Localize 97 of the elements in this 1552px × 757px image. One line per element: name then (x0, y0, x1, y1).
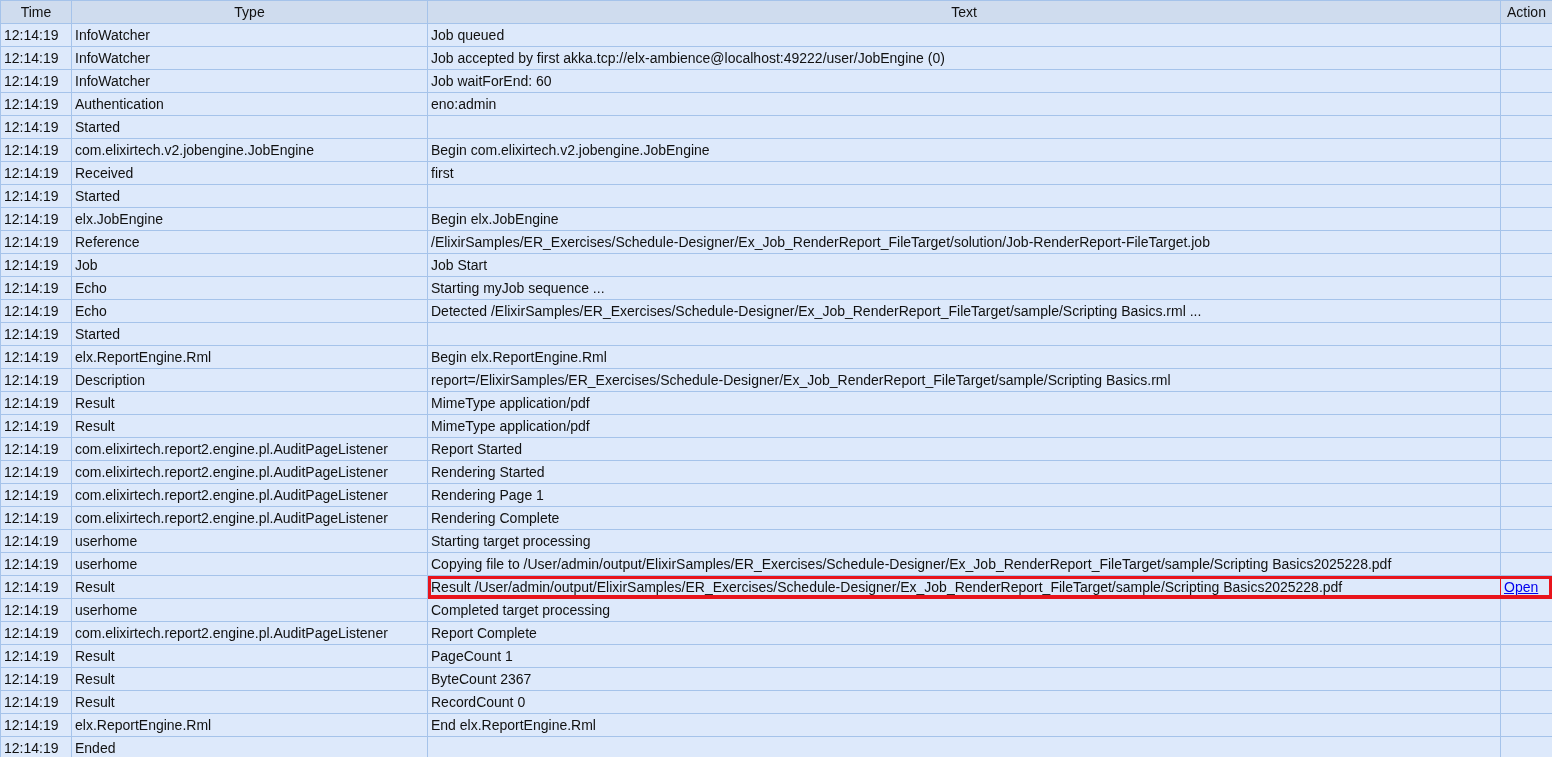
time-cell: 12:14:19 (0, 276, 72, 300)
text-cell: ByteCount 2367 (427, 667, 1501, 691)
time-cell: 12:14:19 (0, 713, 72, 737)
text-cell: MimeType application/pdf (427, 414, 1501, 438)
type-cell: Result (71, 690, 428, 714)
time-cell: 12:14:19 (0, 621, 72, 645)
time-cell: 12:14:19 (0, 322, 72, 346)
type-cell: elx.ReportEngine.Rml (71, 713, 428, 737)
text-cell: Detected /ElixirSamples/ER_Exercises/Schedule-Designer/Ex_Job_RenderReport_FileTarget/sample/Scripting Basics.rml ... (427, 299, 1501, 323)
text-cell: End elx.ReportEngine.Rml (427, 713, 1501, 737)
type-cell: userhome (71, 529, 428, 553)
open-link[interactable]: Open (1504, 579, 1539, 595)
type-cell: Started (71, 184, 428, 208)
time-cell: 12:14:19 (0, 230, 72, 254)
text-cell: Report Started (427, 437, 1501, 461)
time-cell: 12:14:19 (0, 46, 72, 70)
type-cell: com.elixirtech.report2.engine.pl.AuditPageListener (71, 437, 428, 461)
text-cell: Job accepted by first akka.tcp://elx-ambience@localhost:49222/user/JobEngine (0) (427, 46, 1501, 70)
type-cell: Echo (71, 276, 428, 300)
column-header: Type (71, 0, 428, 24)
time-cell: 12:14:19 (0, 575, 72, 599)
text-cell: RecordCount 0 (427, 690, 1501, 714)
type-cell: com.elixirtech.report2.engine.pl.AuditPageListener (71, 506, 428, 530)
text-cell: Report Complete (427, 621, 1501, 645)
time-cell: 12:14:19 (0, 644, 72, 668)
text-cell: report=/ElixirSamples/ER_Exercises/Schedule-Designer/Ex_Job_RenderReport_FileTarget/sample/Scripting Basics.rml (427, 368, 1501, 392)
time-cell: 12:14:19 (0, 92, 72, 116)
text-cell: /ElixirSamples/ER_Exercises/Schedule-Designer/Ex_Job_RenderReport_FileTarget/solution/Job-RenderReport-FileTarget.job (427, 230, 1501, 254)
type-cell: Result (71, 575, 428, 599)
text-cell: first (427, 161, 1501, 185)
type-cell: Job (71, 253, 428, 277)
time-cell: 12:14:19 (0, 138, 72, 162)
type-cell: elx.ReportEngine.Rml (71, 345, 428, 369)
type-cell: Started (71, 115, 428, 139)
type-cell: Description (71, 368, 428, 392)
time-cell: 12:14:19 (0, 299, 72, 323)
type-cell: Result (71, 414, 428, 438)
type-cell: Reference (71, 230, 428, 254)
type-cell: elx.JobEngine (71, 207, 428, 231)
type-cell: Result (71, 391, 428, 415)
time-cell: 12:14:19 (0, 483, 72, 507)
time-cell: 12:14:19 (0, 736, 72, 757)
text-cell: Begin elx.JobEngine (427, 207, 1501, 231)
text-cell: Job queued (427, 23, 1501, 47)
type-cell: userhome (71, 552, 428, 576)
time-cell: 12:14:19 (0, 690, 72, 714)
type-cell: com.elixirtech.v2.jobengine.JobEngine (71, 138, 428, 162)
time-cell: 12:14:19 (0, 253, 72, 277)
time-cell: 12:14:19 (0, 368, 72, 392)
type-cell: Ended (71, 736, 428, 757)
time-cell: 12:14:19 (0, 391, 72, 415)
text-cell: Rendering Complete (427, 506, 1501, 530)
column-header: Time (0, 0, 72, 24)
text-cell: MimeType application/pdf (427, 391, 1501, 415)
type-cell: Result (71, 644, 428, 668)
highlighted-text-cell: Result /User/admin/output/ElixirSamples/ER_Exercises/Schedule-Designer/Ex_Job_RenderReport_FileTarget/sample/Scripting Basics2025228.pdf (427, 575, 1501, 599)
column-header: Text (427, 0, 1501, 24)
text-cell: Begin elx.ReportEngine.Rml (427, 345, 1501, 369)
type-cell: Result (71, 667, 428, 691)
type-cell: InfoWatcher (71, 69, 428, 93)
text-cell: Job Start (427, 253, 1501, 277)
time-cell: 12:14:19 (0, 667, 72, 691)
text-cell: Rendering Page 1 (427, 483, 1501, 507)
type-cell: InfoWatcher (71, 23, 428, 47)
text-cell: Starting myJob sequence ... (427, 276, 1501, 300)
type-cell: Started (71, 322, 428, 346)
type-cell: Echo (71, 299, 428, 323)
column-header: Action (1500, 0, 1552, 24)
text-cell: PageCount 1 (427, 644, 1501, 668)
text-cell: Starting target processing (427, 529, 1501, 553)
time-cell: 12:14:19 (0, 598, 72, 622)
time-cell: 12:14:19 (0, 552, 72, 576)
time-cell: 12:14:19 (0, 460, 72, 484)
type-cell: com.elixirtech.report2.engine.pl.AuditPageListener (71, 460, 428, 484)
time-cell: 12:14:19 (0, 69, 72, 93)
time-cell: 12:14:19 (0, 161, 72, 185)
time-cell: 12:14:19 (0, 529, 72, 553)
type-cell: Received (71, 161, 428, 185)
text-cell: eno:admin (427, 92, 1501, 116)
type-cell: com.elixirtech.report2.engine.pl.AuditPageListener (71, 483, 428, 507)
time-cell: 12:14:19 (0, 207, 72, 231)
time-cell: 12:14:19 (0, 115, 72, 139)
type-cell: com.elixirtech.report2.engine.pl.AuditPageListener (71, 621, 428, 645)
text-cell: Completed target processing (427, 598, 1501, 622)
time-cell: 12:14:19 (0, 184, 72, 208)
text-cell: Rendering Started (427, 460, 1501, 484)
type-cell: userhome (71, 598, 428, 622)
text-cell: Job waitForEnd: 60 (427, 69, 1501, 93)
type-cell: Authentication (71, 92, 428, 116)
type-cell: InfoWatcher (71, 46, 428, 70)
time-cell: 12:14:19 (0, 437, 72, 461)
time-cell: 12:14:19 (0, 414, 72, 438)
time-cell: 12:14:19 (0, 506, 72, 530)
time-cell: 12:14:19 (0, 345, 72, 369)
text-cell: Copying file to /User/admin/output/ElixirSamples/ER_Exercises/Schedule-Designer/Ex_Job_RenderReport_FileTarget/sample/Scripting Basics2025228.pdf (427, 552, 1501, 576)
text-cell: Begin com.elixirtech.v2.jobengine.JobEngine (427, 138, 1501, 162)
time-cell: 12:14:19 (0, 23, 72, 47)
